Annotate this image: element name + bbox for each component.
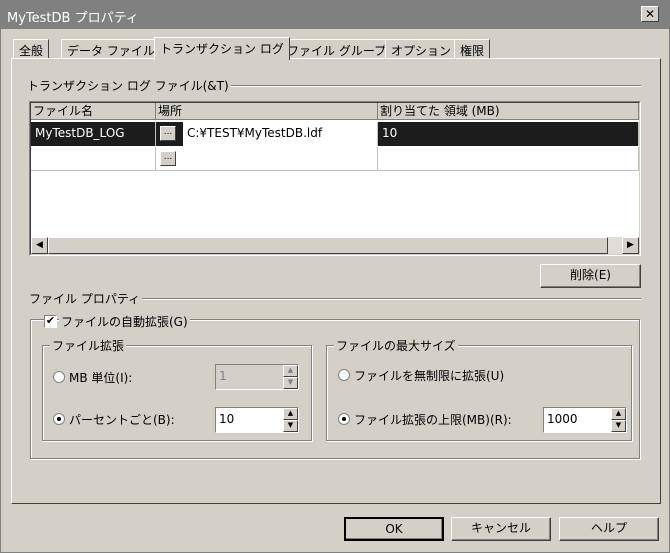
growth-mb-label[interactable]: MB 単位(I):	[69, 369, 132, 386]
cell-location[interactable]	[183, 147, 378, 171]
cell-size[interactable]: 10	[378, 122, 639, 146]
max-size-stepper[interactable]: 1000 ▲ ▼	[543, 407, 627, 433]
table-row[interactable]: ...	[31, 147, 639, 171]
tab-permissions[interactable]: 権限	[454, 39, 491, 59]
scroll-left-icon[interactable]: ◀	[31, 237, 48, 254]
title-bar: MyTestDB プロパティ ✕	[1, 1, 669, 29]
max-limited-label[interactable]: ファイル拡張の上限(MB)(R):	[354, 411, 512, 428]
autogrow-label[interactable]: ファイルの自動拡張(G)	[59, 313, 190, 330]
window-title: MyTestDB プロパティ	[7, 11, 139, 26]
max-limited-radio[interactable]	[338, 413, 350, 425]
spin-down-icon: ▼	[283, 377, 298, 389]
horizontal-scrollbar[interactable]: ◀ ▶	[31, 237, 639, 254]
max-size-group-label: ファイルの最大サイズ	[334, 337, 458, 354]
tab-transaction-log[interactable]: トランザクション ログ	[154, 37, 290, 60]
scroll-right-icon[interactable]: ▶	[622, 237, 639, 254]
spin-down-icon[interactable]: ▼	[611, 420, 626, 432]
column-header-location[interactable]: 場所	[156, 103, 378, 120]
tab-general[interactable]: 全般	[13, 39, 50, 59]
growth-percent-label[interactable]: パーセントごと(B):	[69, 411, 175, 428]
close-icon[interactable]: ✕	[641, 6, 659, 22]
max-unlimited-radio[interactable]	[338, 369, 350, 381]
growth-mb-radio[interactable]	[53, 371, 65, 383]
column-header-size[interactable]: 割り当てた 領域 (MB)	[378, 103, 639, 120]
grid-border: ファイル名 場所 割り当てた 領域 (MB) MyTestDB_LOG ... …	[30, 102, 640, 255]
ok-button[interactable]: OK	[344, 517, 444, 541]
growth-mb-stepper: 1 ▲ ▼	[215, 364, 299, 390]
cancel-button[interactable]: キャンセル	[451, 517, 551, 541]
cell-file-name[interactable]: MyTestDB_LOG	[31, 122, 156, 146]
scroll-thumb[interactable]	[48, 237, 608, 254]
max-size-value[interactable]: 1000	[547, 412, 578, 426]
growth-percent-radio[interactable]	[53, 413, 65, 425]
autogrow-checkbox[interactable]: ✔	[44, 315, 57, 328]
spin-up-icon: ▲	[283, 365, 298, 377]
file-growth-group-label: ファイル拡張	[50, 337, 127, 354]
browse-button[interactable]: ...	[160, 126, 176, 141]
table-row[interactable]: MyTestDB_LOG ... C:¥TEST¥MyTestDB.ldf 10	[31, 122, 639, 146]
log-files-group-label: トランザクション ログ ファイル(&T)	[25, 77, 231, 94]
tab-options[interactable]: オプション	[385, 39, 458, 59]
properties-dialog: MyTestDB プロパティ ✕ 全般 データ ファイル トランザクション ログ…	[0, 0, 670, 553]
log-files-grid: ファイル名 場所 割り当てた 領域 (MB) MyTestDB_LOG ... …	[29, 101, 641, 256]
delete-button[interactable]: 削除(E)	[540, 264, 641, 288]
help-button[interactable]: ヘルプ	[559, 517, 659, 541]
cell-location[interactable]: C:¥TEST¥MyTestDB.ldf	[183, 122, 378, 146]
growth-percent-stepper[interactable]: 10 ▲ ▼	[215, 407, 299, 433]
max-unlimited-label[interactable]: ファイルを無制限に拡張(U)	[354, 367, 504, 384]
spin-up-icon[interactable]: ▲	[611, 408, 626, 420]
spin-down-icon[interactable]: ▼	[283, 420, 298, 432]
spin-up-icon[interactable]: ▲	[283, 408, 298, 420]
cell-file-name[interactable]	[31, 147, 156, 171]
growth-percent-value[interactable]: 10	[219, 412, 234, 426]
browse-button[interactable]: ...	[160, 151, 176, 166]
column-header-name[interactable]: ファイル名	[31, 103, 156, 120]
tab-file-groups[interactable]: ファイル グループ	[281, 39, 393, 59]
file-properties-group-label: ファイル プロパティ	[27, 290, 143, 307]
cell-size[interactable]	[378, 147, 639, 171]
tab-data-files[interactable]: データ ファイル	[61, 39, 161, 59]
growth-mb-value: 1	[219, 369, 227, 383]
